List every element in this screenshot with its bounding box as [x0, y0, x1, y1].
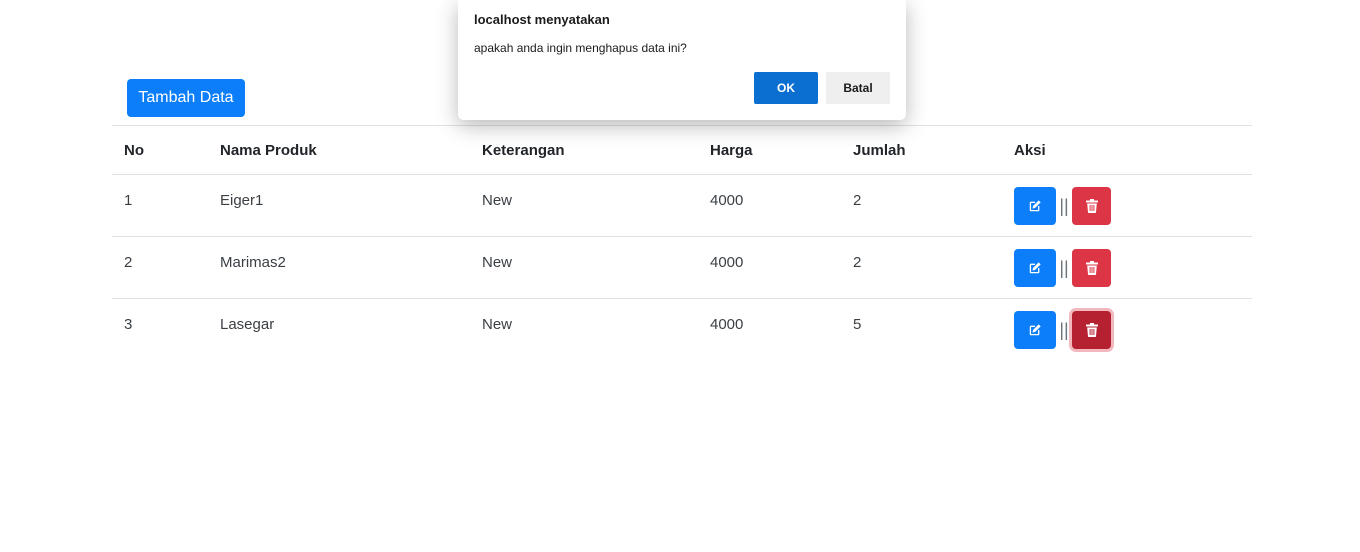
table-row: 3 Lasegar New 4000 5 || [112, 299, 1252, 361]
dialog-cancel-button[interactable]: Batal [826, 72, 890, 104]
cell-description: New [482, 316, 513, 333]
table-row: 1 Eiger1 New 4000 2 || [112, 174, 1252, 237]
header-no: No [112, 125, 208, 175]
cell-product-name: Eiger1 [208, 174, 470, 237]
header-price: Harga [698, 125, 841, 175]
products-table: No Nama Produk Keterangan Harga Jumlah A… [112, 125, 1252, 361]
cell-actions: || [1002, 299, 1252, 361]
header-description: Keterangan [470, 125, 698, 175]
cell-actions: || [1002, 174, 1252, 237]
cell-product-name: Marimas2 [208, 236, 470, 299]
cell-no: 1 [112, 174, 208, 237]
edit-icon [1029, 324, 1041, 336]
table-row: 2 Marimas2 New 4000 2 || [112, 236, 1252, 299]
delete-button[interactable] [1072, 311, 1111, 349]
cell-price: 4000 [710, 316, 744, 333]
table-header-row: No Nama Produk Keterangan Harga Jumlah A… [112, 125, 1252, 175]
dialog-message: apakah anda ingin menghapus data ini? [474, 41, 687, 55]
cell-description: New [470, 236, 698, 299]
edit-button[interactable] [1014, 187, 1056, 225]
edit-icon [1029, 200, 1041, 212]
confirm-dialog: localhost menyatakan apakah anda ingin m… [458, 0, 906, 120]
edit-icon [1029, 262, 1041, 274]
header-actions: Aksi [1002, 125, 1252, 175]
cell-quantity: 2 [841, 174, 1002, 237]
add-data-button[interactable]: Tambah Data [127, 79, 245, 117]
cell-actions: || [1002, 236, 1252, 299]
edit-button[interactable] [1014, 249, 1056, 287]
header-quantity: Jumlah [841, 125, 1002, 175]
trash-icon [1085, 199, 1098, 213]
edit-button[interactable] [1014, 311, 1056, 349]
trash-icon [1085, 323, 1098, 337]
cell-product-name: Lasegar [220, 316, 275, 333]
cell-no: 2 [112, 236, 208, 299]
action-separator: || [1059, 258, 1069, 278]
page: Tambah Data No Nama Produk Keterangan Ha… [0, 0, 1360, 552]
header-product-name: Nama Produk [208, 125, 470, 175]
cell-no: 3 [124, 316, 133, 333]
cell-price: 4000 [698, 236, 841, 299]
delete-button[interactable] [1072, 249, 1111, 287]
cell-description: New [470, 174, 698, 237]
cell-quantity: 5 [853, 316, 862, 333]
trash-icon [1085, 261, 1098, 275]
action-separator: || [1059, 320, 1069, 340]
dialog-title: localhost menyatakan [474, 12, 610, 27]
cell-price: 4000 [698, 174, 841, 237]
cell-quantity: 2 [841, 236, 1002, 299]
dialog-ok-button[interactable]: OK [754, 72, 818, 104]
delete-button[interactable] [1072, 187, 1111, 225]
action-separator: || [1059, 196, 1069, 216]
